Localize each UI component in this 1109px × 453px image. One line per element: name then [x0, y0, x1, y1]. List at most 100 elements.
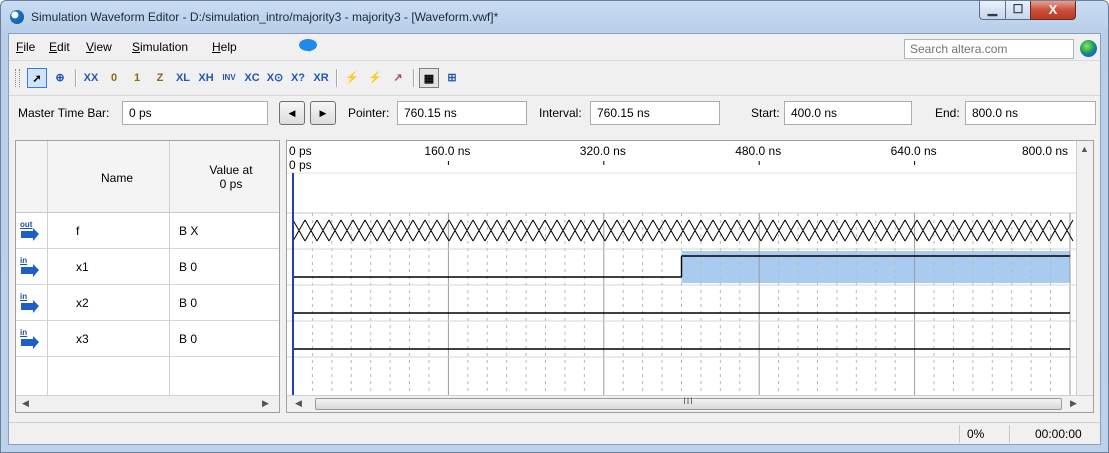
- scroll-right-icon[interactable]: ▶: [1070, 398, 1077, 409]
- maximize-icon: ☐: [1012, 2, 1024, 16]
- unknown-waveform: [292, 219, 1074, 242]
- input-pin-icon: in: [20, 256, 42, 277]
- count-value-icon[interactable]: XC: [242, 68, 262, 88]
- name-column-header[interactable]: Name: [101, 171, 133, 185]
- interval-field: 760.15 ns: [590, 101, 720, 125]
- signal-list-scrollbar[interactable]: ◀ ▶: [16, 395, 279, 412]
- scroll-right-icon[interactable]: ▶: [262, 398, 269, 409]
- timeline-header: [287, 141, 1076, 213]
- signal-value: B 0: [179, 260, 198, 274]
- forcing-unknown-icon[interactable]: XX: [81, 68, 101, 88]
- title-bar[interactable]: Simulation Waveform Editor - D:/simulati…: [1, 1, 1108, 33]
- signal-value: B 0: [179, 332, 198, 346]
- interval-label: Interval:: [539, 106, 582, 120]
- forcing-high-icon[interactable]: 1: [127, 68, 147, 88]
- invert-icon[interactable]: INV: [219, 68, 239, 88]
- waveform-toolbar: ➚ ⊕ XX 0 1 Z XL XH INV XC X⊙ X? XR ⚡ ⚡ ↗ ▦ ⊞: [9, 60, 1100, 96]
- start-label: Start:: [751, 106, 780, 120]
- random-value-icon[interactable]: XR: [311, 68, 331, 88]
- toolbar-grip[interactable]: [15, 69, 20, 87]
- signal-list-header: Name Value at 0 ps: [16, 141, 279, 213]
- run-timing-simulation-icon[interactable]: ⚡: [365, 68, 385, 88]
- maximize-button[interactable]: ☐: [1005, 1, 1031, 20]
- master-time-bar-label: Master Time Bar:: [18, 106, 110, 120]
- triangle-right-icon: ▶: [319, 108, 327, 118]
- time-bar: Master Time Bar: 0 ps ◀ ▶ Pointer: 760.1…: [9, 95, 1100, 131]
- application-window: Simulation Waveform Editor - D:/simulati…: [0, 0, 1109, 453]
- search-input[interactable]: [904, 39, 1074, 59]
- scrollbar-thumb[interactable]: III: [315, 396, 1062, 410]
- run-functional-simulation-icon[interactable]: ⚡: [342, 68, 362, 88]
- menu-file[interactable]: File: [16, 40, 35, 54]
- speech-bubble-icon[interactable]: [299, 39, 317, 52]
- time-tick-label: 160.0 ns: [424, 144, 470, 158]
- master-time-marker-label: 0 ps: [289, 158, 312, 172]
- window-title: Simulation Waveform Editor - D:/simulati…: [31, 10, 499, 24]
- signal-row[interactable]: in x2 B 0: [16, 285, 279, 321]
- master-time-bar-field[interactable]: 0 ps: [122, 101, 268, 125]
- menu-simulation[interactable]: Simulation: [132, 40, 188, 54]
- signal-name: x2: [76, 296, 89, 310]
- overwrite-clock-icon[interactable]: X⊙: [265, 68, 285, 88]
- time-tick-label: 0 ps: [289, 144, 312, 158]
- forcing-low-icon[interactable]: 0: [104, 68, 124, 88]
- previous-transition-button[interactable]: ◀: [279, 101, 305, 125]
- menu-help[interactable]: Help: [212, 40, 237, 54]
- time-tick-label: 800.0 ns: [1022, 144, 1068, 158]
- waveform-canvas[interactable]: 0 ps 160.0 ns 320.0 ns 480.0 ns 640.0 ns 800.…: [287, 141, 1076, 396]
- sort-icon[interactable]: ⊞: [442, 68, 462, 88]
- editor-client-area: File Edit View Simulation Help ➚⊕ XX01ZXL…: [8, 33, 1101, 445]
- waveform-horizontal-scrollbar[interactable]: ◀ III ▶: [287, 395, 1093, 412]
- toolbar-separator: [336, 69, 338, 87]
- weak-high-icon[interactable]: XH: [196, 68, 216, 88]
- waveform-vertical-scrollbar[interactable]: ▲: [1076, 141, 1093, 396]
- time-tick-label: 640.0 ns: [891, 144, 937, 158]
- snap-to-grid-icon[interactable]: ▦: [419, 68, 439, 88]
- signal-name: x1: [76, 260, 89, 274]
- toolbar-separator: [413, 69, 415, 87]
- arbitrary-value-icon[interactable]: X?: [288, 68, 308, 88]
- close-button[interactable]: X: [1030, 1, 1076, 20]
- input-pin-icon: in: [20, 292, 42, 313]
- status-bar: 0% 00:00:00: [9, 422, 1100, 445]
- output-pin-icon: out: [20, 220, 42, 241]
- progress-percent: 0%: [967, 427, 985, 441]
- value-column-header[interactable]: Value at 0 ps: [201, 163, 261, 191]
- quartus-app-icon: [10, 10, 24, 24]
- menu-edit[interactable]: Edit: [49, 40, 70, 54]
- high-impedance-icon[interactable]: Z: [150, 68, 170, 88]
- signal-row[interactable]: in x3 B 0: [16, 321, 279, 357]
- globe-icon[interactable]: [1080, 40, 1097, 57]
- zoom-tool-icon[interactable]: ⊕: [50, 68, 70, 88]
- end-label: End:: [935, 106, 960, 120]
- selection-tool-icon[interactable]: ➚: [27, 68, 47, 88]
- time-tick-label: 480.0 ns: [735, 144, 781, 158]
- signal-name: f: [76, 224, 80, 238]
- next-transition-button[interactable]: ▶: [310, 101, 336, 125]
- triangle-left-icon: ◀: [288, 108, 296, 118]
- signal-row[interactable]: out f B X: [16, 213, 279, 249]
- input-pin-icon: in: [20, 328, 42, 349]
- signal-row[interactable]: in x1 B 0: [16, 249, 279, 285]
- generate-netlist-icon[interactable]: ↗: [388, 68, 408, 88]
- pointer-field: 760.15 ns: [397, 101, 527, 125]
- scroll-up-icon[interactable]: ▲: [1080, 144, 1089, 154]
- minimize-icon: ▁: [987, 2, 998, 16]
- signal-name: x3: [76, 332, 89, 346]
- close-icon: X: [1048, 2, 1058, 17]
- menu-view[interactable]: View: [86, 40, 112, 54]
- weak-low-icon[interactable]: XL: [173, 68, 193, 88]
- end-field: 800.0 ns: [965, 101, 1096, 125]
- scroll-left-icon[interactable]: ◀: [295, 398, 302, 409]
- waveform-panel[interactable]: 0 ps 160.0 ns 320.0 ns 480.0 ns 640.0 ns 800.…: [286, 140, 1094, 413]
- elapsed-time: 00:00:00: [1035, 427, 1082, 441]
- menu-bar: File Edit View Simulation Help: [9, 34, 1100, 60]
- start-field: 400.0 ns: [784, 101, 912, 125]
- time-tick-label: 320.0 ns: [580, 144, 626, 158]
- signal-value: B X: [179, 224, 199, 238]
- pointer-label: Pointer:: [348, 106, 390, 120]
- scroll-left-icon[interactable]: ◀: [22, 398, 29, 409]
- minimize-button[interactable]: ▁: [979, 1, 1006, 20]
- toolbar-separator: [75, 69, 77, 87]
- signal-value: B 0: [179, 296, 198, 310]
